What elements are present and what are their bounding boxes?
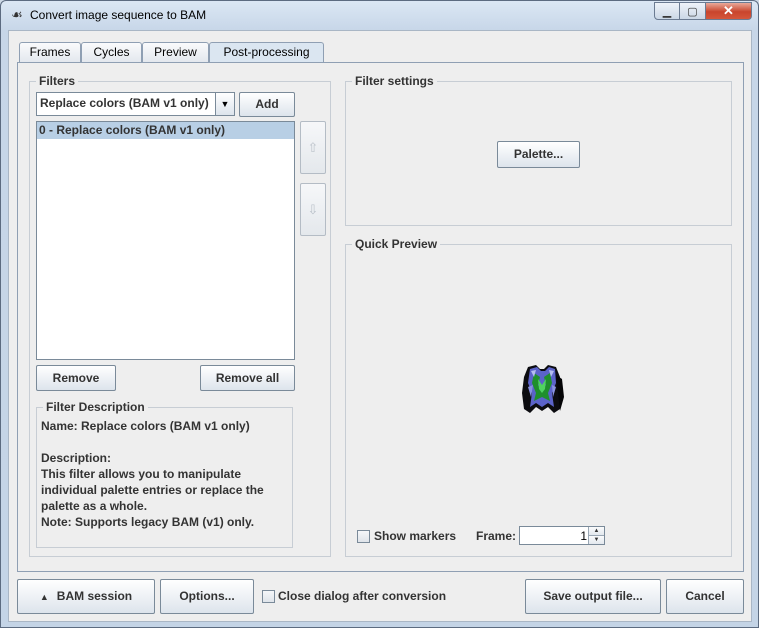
chevron-down-icon[interactable]: ▼ bbox=[215, 93, 234, 115]
filter-description-text: Name: Replace colors (BAM v1 only) Descr… bbox=[41, 418, 281, 530]
filter-type-combo[interactable]: Replace colors (BAM v1 only) ▼ bbox=[36, 92, 235, 116]
close-after-conversion-label: Close dialog after conversion bbox=[278, 589, 447, 603]
tab-cycles[interactable]: Cycles bbox=[81, 42, 142, 62]
description-line: This filter allows you to manipulate bbox=[41, 467, 242, 481]
filters-group: Filters Replace colors (BAM v1 only) ▼ A… bbox=[29, 74, 331, 557]
quick-preview-group: Quick Preview Show markers Frame: 1 ▲ ▼ bbox=[345, 237, 732, 557]
description-line bbox=[41, 434, 281, 450]
app-icon: ☙ bbox=[11, 7, 23, 22]
filter-type-value: Replace colors (BAM v1 only) bbox=[40, 96, 209, 110]
down-arrow-icon: ⇩ bbox=[307, 201, 319, 217]
up-arrow-icon: ⇧ bbox=[307, 139, 319, 155]
filter-settings-label: Filter settings bbox=[352, 74, 437, 88]
chevron-up-icon: ▲ bbox=[39, 592, 49, 602]
save-output-file-button[interactable]: Save output file... bbox=[525, 579, 661, 614]
post-processing-panel: Filters Replace colors (BAM v1 only) ▼ A… bbox=[17, 62, 744, 572]
move-up-button[interactable]: ⇧ bbox=[300, 121, 326, 174]
window-controls: ▁ ▢ ✕ bbox=[654, 2, 752, 20]
remove-all-button[interactable]: Remove all bbox=[200, 365, 295, 391]
spinner-down-icon[interactable]: ▼ bbox=[589, 535, 604, 544]
dialog-window: ☙ Convert image sequence to BAM ▁ ▢ ✕ Fr… bbox=[0, 0, 759, 628]
bam-session-button[interactable]: ▲ BAM session bbox=[17, 579, 155, 614]
window-title: Convert image sequence to BAM bbox=[30, 8, 207, 22]
description-line: Description: bbox=[41, 451, 112, 465]
tab-preview-label: Preview bbox=[154, 45, 197, 59]
description-line: Name: Replace colors (BAM v1 only) bbox=[41, 419, 250, 433]
minimize-icon[interactable]: ▁ bbox=[654, 2, 680, 20]
show-markers-label: Show markers bbox=[374, 529, 457, 543]
filters-group-label: Filters bbox=[36, 74, 79, 88]
frame-spinner[interactable]: 1 ▲ ▼ bbox=[519, 526, 605, 545]
remove-button[interactable]: Remove bbox=[36, 365, 116, 391]
filter-description-label: Filter Description bbox=[43, 400, 148, 414]
add-filter-button[interactable]: Add bbox=[239, 92, 295, 117]
maximize-icon[interactable]: ▢ bbox=[680, 2, 706, 20]
show-markers-checkbox[interactable] bbox=[357, 530, 370, 543]
frame-label: Frame: bbox=[476, 529, 517, 543]
tab-frames[interactable]: Frames bbox=[19, 42, 81, 62]
filter-description-group: Filter Description Name: Replace colors … bbox=[36, 400, 293, 548]
cancel-button[interactable]: Cancel bbox=[666, 579, 744, 614]
description-line: palette as a whole. bbox=[41, 499, 148, 513]
tab-frames-label: Frames bbox=[29, 45, 71, 59]
close-icon[interactable]: ✕ bbox=[706, 2, 752, 20]
filter-list[interactable]: 0 - Replace colors (BAM v1 only) bbox=[36, 121, 295, 360]
description-line: Note: Supports legacy BAM (v1) only. bbox=[41, 515, 255, 529]
tab-preview[interactable]: Preview bbox=[142, 42, 209, 62]
description-line: individual palette entries or replace th… bbox=[41, 483, 264, 497]
close-after-conversion-checkbox[interactable] bbox=[262, 590, 275, 603]
frame-spinner-buttons: ▲ ▼ bbox=[588, 527, 604, 544]
tab-post-processing-label: Post-processing bbox=[223, 45, 310, 59]
bam-session-label: BAM session bbox=[56, 589, 133, 603]
spinner-up-icon[interactable]: ▲ bbox=[589, 527, 604, 535]
tab-post-processing[interactable]: Post-processing bbox=[209, 42, 324, 63]
preview-image bbox=[522, 365, 564, 413]
filter-settings-group: Filter settings Palette... bbox=[345, 74, 732, 226]
palette-button[interactable]: Palette... bbox=[497, 141, 580, 168]
options-button[interactable]: Options... bbox=[160, 579, 254, 614]
dialog-content: Frames Cycles Preview Post-processing Fi… bbox=[8, 30, 752, 622]
title-bar[interactable]: ☙ Convert image sequence to BAM ▁ ▢ ✕ bbox=[1, 1, 758, 29]
list-item[interactable]: 0 - Replace colors (BAM v1 only) bbox=[37, 122, 294, 139]
quick-preview-label: Quick Preview bbox=[352, 237, 441, 251]
tab-cycles-label: Cycles bbox=[93, 45, 130, 59]
frame-value: 1 bbox=[580, 529, 587, 543]
move-down-button[interactable]: ⇩ bbox=[300, 183, 326, 236]
